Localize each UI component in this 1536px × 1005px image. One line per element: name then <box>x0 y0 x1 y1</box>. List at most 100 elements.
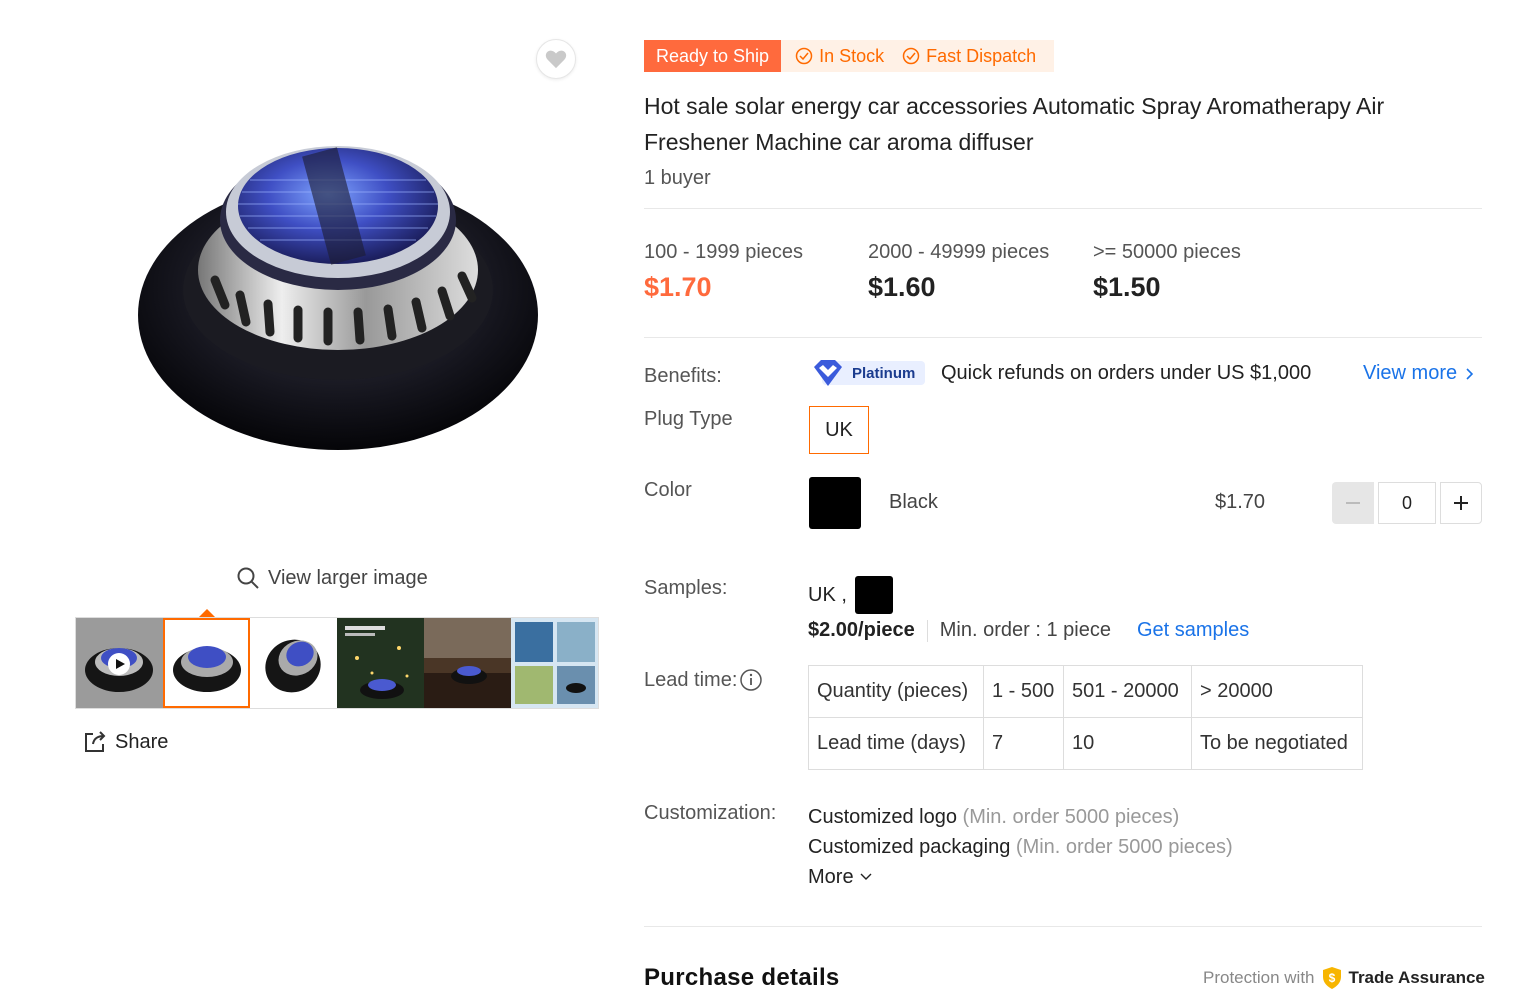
aroma-diffuser-image <box>138 146 538 450</box>
benefit-text: Quick refunds on orders under US $1,000 <box>941 362 1312 384</box>
protection-with-label: Protection with <box>1203 968 1315 987</box>
check-circle-icon <box>795 47 813 65</box>
samples-variant-text: UK , <box>808 583 847 606</box>
thumbnail-info-collage[interactable] <box>511 618 598 708</box>
share-button[interactable]: Share <box>83 730 168 754</box>
price-tier-1: 100 - 1999 pieces $1.70 <box>644 241 803 303</box>
table-cell: Lead time (days) <box>808 717 984 770</box>
table-row: Lead time (days) 7 10 To be negotiated <box>808 717 1363 770</box>
thumbnail-pointer <box>199 609 215 617</box>
check-circle-icon <box>902 47 920 65</box>
share-label: Share <box>115 730 169 753</box>
stock-badges: In Stock Fast Dispatch <box>781 40 1055 72</box>
color-price: $1.70 <box>1215 491 1266 513</box>
benefits-label: Benefits: <box>644 365 722 387</box>
table-cell: 10 <box>1063 717 1192 770</box>
front-thumbnail-image <box>173 646 241 692</box>
table-cell: Quantity (pieces) <box>808 665 984 718</box>
color-swatch-black[interactable] <box>809 477 861 529</box>
thumbnail-night-scene[interactable] <box>337 618 424 708</box>
divider <box>644 337 1482 338</box>
dashboard-scene-thumbnail-image <box>424 618 511 708</box>
samples-variant: UK , <box>808 576 893 614</box>
plug-option-uk[interactable]: UK <box>809 406 869 454</box>
divider <box>644 208 1482 209</box>
table-cell: To be negotiated <box>1191 717 1363 770</box>
table-row: Quantity (pieces) 1 - 500 501 - 20000 > … <box>808 665 1363 718</box>
price-tier-range: 100 - 1999 pieces <box>644 241 804 263</box>
share-icon <box>85 731 106 752</box>
info-icon[interactable] <box>739 668 763 692</box>
trade-assurance-note[interactable]: Protection with $ Trade Assurance <box>1203 966 1485 990</box>
view-larger-label: View larger image <box>268 566 428 589</box>
product-title: Hot sale solar energy car accessories Au… <box>644 93 1385 155</box>
table-cell: 501 - 20000 <box>1063 665 1192 718</box>
divider <box>926 619 928 642</box>
chevron-down-icon <box>860 873 872 880</box>
thumbnail-angle[interactable] <box>250 618 337 708</box>
price-tier-2: 2000 - 49999 pieces $1.60 <box>868 241 1049 303</box>
heart-icon <box>545 50 567 69</box>
thumbnail-dashboard-scene[interactable] <box>424 618 511 708</box>
price-tier-range: >= 50000 pieces <box>1093 241 1241 263</box>
view-larger-image-link[interactable]: View larger image <box>236 566 428 590</box>
plus-icon <box>1454 496 1468 510</box>
trade-assurance-label: Trade Assurance <box>1348 968 1485 987</box>
customization-note: (Min. order 5000 pieces) <box>962 806 1180 828</box>
table-cell: 1 - 500 <box>983 665 1064 718</box>
color-name: Black <box>889 491 938 513</box>
view-more-link[interactable]: View more <box>1363 362 1475 385</box>
price-tier-price: $1.60 <box>868 272 936 302</box>
quantity-stepper: 0 <box>1332 482 1482 524</box>
samples-label: Samples: <box>644 577 728 599</box>
svg-text:$: $ <box>1328 971 1335 985</box>
fast-dispatch-label: Fast Dispatch <box>926 45 1037 66</box>
thumbnail-front[interactable] <box>163 618 250 708</box>
chevron-right-icon <box>1466 367 1474 380</box>
diamond-icon <box>814 360 842 386</box>
night-scene-thumbnail-image <box>337 618 424 708</box>
get-samples-link[interactable]: Get samples <box>1137 619 1249 642</box>
badge-row: Ready to Ship In Stock Fast Dispatch <box>644 40 1055 72</box>
quantity-input[interactable]: 0 <box>1378 482 1436 524</box>
price-tier-price: $1.50 <box>1093 272 1161 302</box>
search-icon <box>237 567 259 589</box>
customization-name: Customized packaging <box>808 836 1011 858</box>
customization-list: Customized logo (Min. order 5000 pieces)… <box>808 802 1233 892</box>
buyer-count: 1 buyer <box>644 167 711 189</box>
sample-price: $2.00/piece <box>808 619 915 641</box>
plug-type-label: Plug Type <box>644 408 733 430</box>
purchase-details-heading: Purchase details <box>644 964 840 991</box>
sample-min-order: Min. order : 1 piece <box>939 619 1111 641</box>
divider <box>644 926 1482 927</box>
sample-pricing-row: $2.00/piece Min. order : 1 piece Get sam… <box>808 619 1249 642</box>
thumbnail-strip <box>75 617 599 709</box>
table-cell: 7 <box>983 717 1064 770</box>
lead-time-table: Quantity (pieces) 1 - 500 501 - 20000 > … <box>808 665 1363 770</box>
in-stock-label: In Stock <box>819 45 885 66</box>
more-label: More <box>808 866 854 888</box>
customization-label: Customization: <box>644 802 777 824</box>
thumbnail-video[interactable] <box>76 618 163 708</box>
price-tier-price: $1.70 <box>644 272 712 302</box>
customization-note: (Min. order 5000 pieces) <box>1015 836 1233 858</box>
decrease-button[interactable] <box>1332 482 1374 524</box>
sample-color-swatch <box>854 576 893 614</box>
color-label: Color <box>644 479 692 501</box>
lead-time-label: Lead time: <box>644 668 738 691</box>
price-tier-3: >= 50000 pieces $1.50 <box>1093 241 1241 303</box>
list-item: Customized packaging (Min. order 5000 pi… <box>808 832 1233 862</box>
video-thumbnail-image <box>85 648 153 692</box>
main-product-image[interactable] <box>120 100 560 480</box>
customization-name: Customized logo <box>808 806 957 828</box>
lead-time-label-group: Lead time: <box>644 668 763 692</box>
increase-button[interactable] <box>1440 482 1482 524</box>
info-collage-thumbnail-image <box>511 618 598 708</box>
table-cell: > 20000 <box>1191 665 1363 718</box>
favorite-button[interactable] <box>536 39 576 79</box>
angle-thumbnail-image <box>265 639 321 693</box>
trade-assurance-shield-icon: $ <box>1322 967 1341 989</box>
list-item: Customized logo (Min. order 5000 pieces) <box>808 802 1233 832</box>
minus-icon <box>1346 502 1360 504</box>
more-toggle[interactable]: More <box>808 862 1233 892</box>
